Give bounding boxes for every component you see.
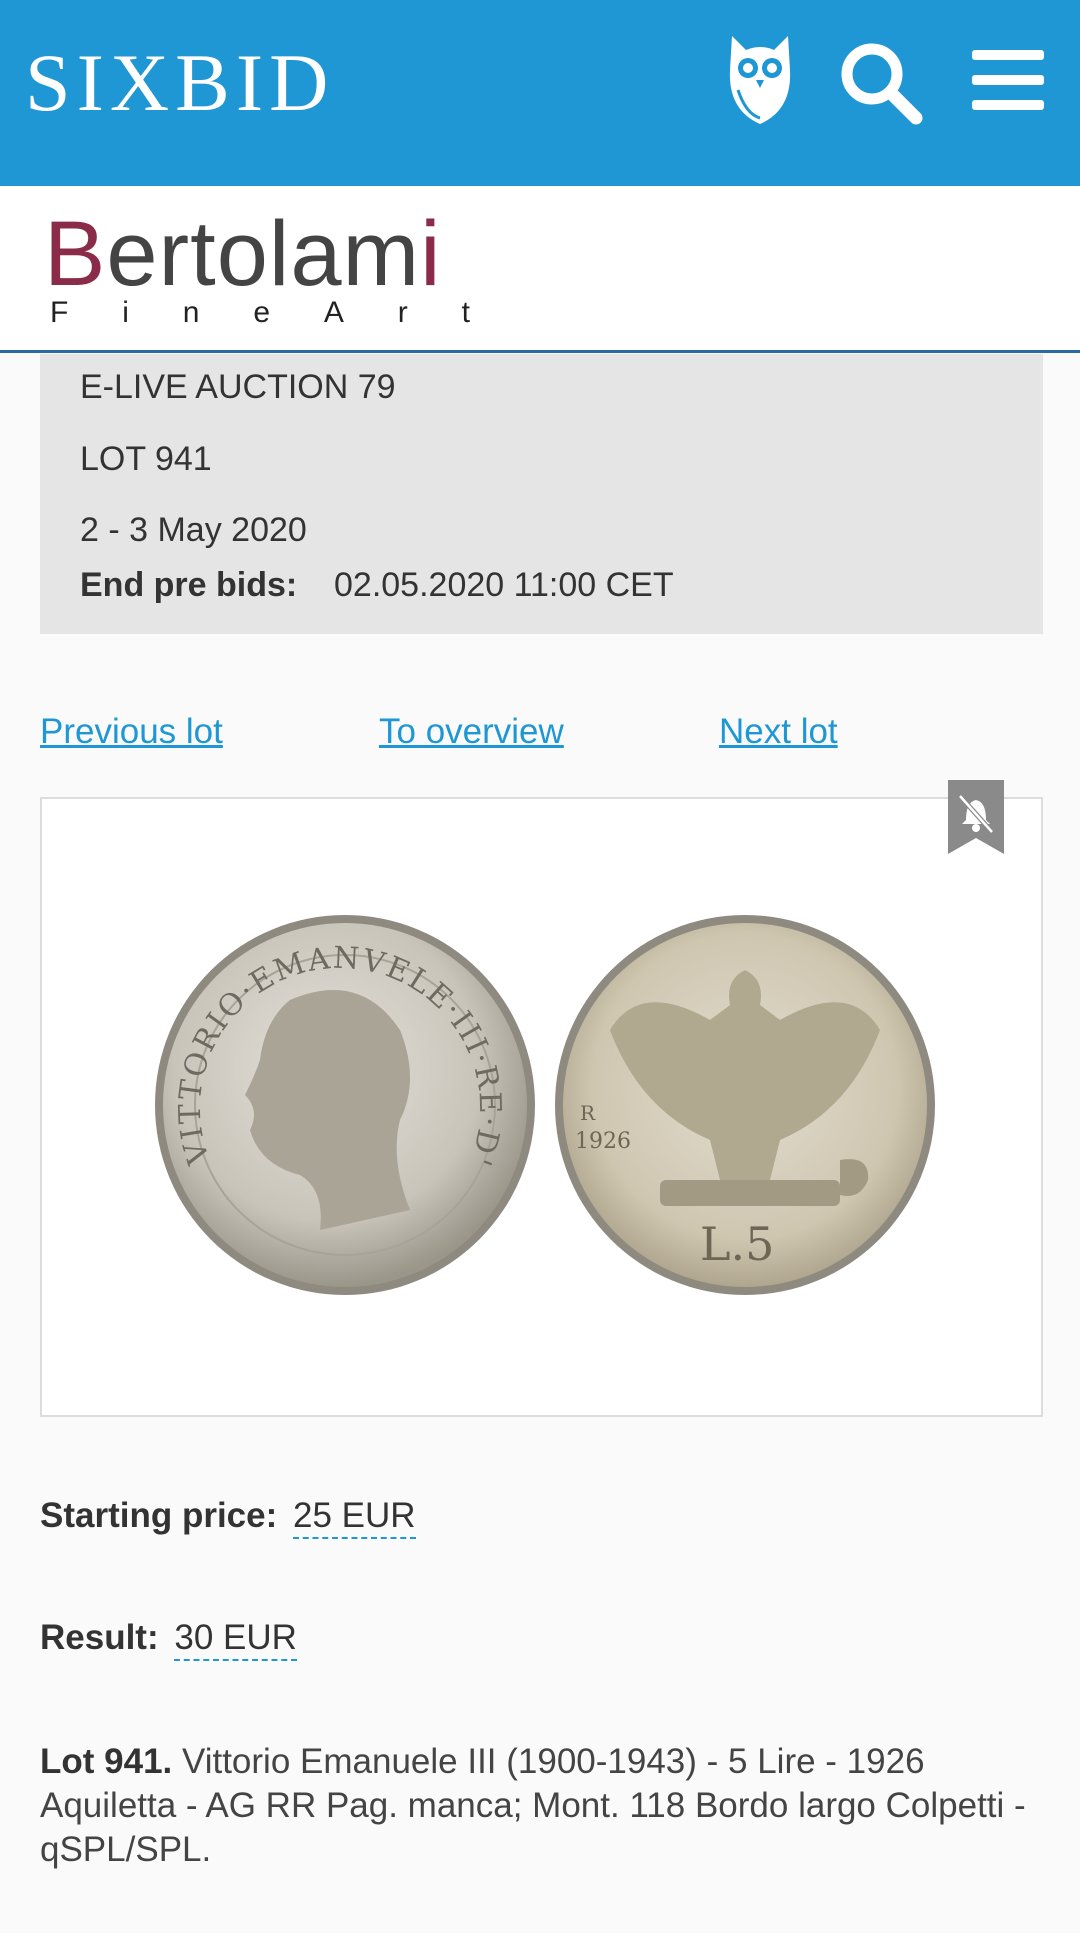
result-value[interactable]: 30 EUR xyxy=(174,1618,297,1661)
brand-sub-letter: r xyxy=(397,296,408,329)
coin-image[interactable]: VITTORIO·EMANVELE·III·RE·D'ITALIA R 1926… xyxy=(150,910,940,1310)
reverse-year: 1926 xyxy=(575,1129,631,1154)
reverse-mint: R xyxy=(580,1101,596,1125)
brand-sub-letter: n xyxy=(182,296,200,329)
auction-dates: 2 - 3 May 2020 xyxy=(80,511,307,549)
starting-price-label: Starting price: xyxy=(40,1496,278,1535)
end-pre-bids: End pre bids: 02.05.2020 11:00 CET xyxy=(80,566,674,605)
previous-lot-link[interactable]: Previous lot xyxy=(40,712,223,752)
watch-bookmark-icon[interactable] xyxy=(948,780,1004,856)
starting-price: Starting price: 25 EUR xyxy=(40,1496,416,1539)
auction-house-banner: Bertolami F i n e A r t xyxy=(0,186,1080,353)
end-pre-bids-label: End pre bids: xyxy=(80,566,298,604)
result-price: Result: 30 EUR xyxy=(40,1618,297,1661)
coin-obverse: VITTORIO·EMANVELE·III·RE·D'ITALIA xyxy=(150,910,535,1295)
brand-sub-letter: i xyxy=(122,296,129,329)
lot-description-label: Lot 941. xyxy=(40,1742,173,1781)
auction-title: E-LIVE AUCTION 79 xyxy=(80,368,396,406)
owl-icon[interactable] xyxy=(724,30,796,126)
lot-description: Lot 941. Vittorio Emanuele III (1900-194… xyxy=(40,1740,1050,1872)
lot-description-text: Vittorio Emanuele III (1900-1943) - 5 Li… xyxy=(40,1742,1026,1869)
to-overview-link[interactable]: To overview xyxy=(379,712,564,752)
brand-sub-letter: e xyxy=(253,296,270,329)
brand-sub-letter: t xyxy=(461,296,470,329)
coin-reverse: R 1926 L.5 xyxy=(555,915,935,1295)
brand-letters-mid: ertolam xyxy=(106,203,421,305)
top-bar: SIXBID xyxy=(0,0,1080,186)
auction-info-box: E-LIVE AUCTION 79 LOT 941 2 - 3 May 2020… xyxy=(40,354,1043,634)
brand-sub-letter: F xyxy=(50,296,69,329)
next-lot-link[interactable]: Next lot xyxy=(719,712,838,752)
end-pre-bids-value: 02.05.2020 11:00 CET xyxy=(334,566,674,604)
reverse-denomination: L.5 xyxy=(700,1217,774,1271)
brand-sub-letter: A xyxy=(323,296,344,329)
bertolami-logo[interactable]: Bertolami xyxy=(44,204,442,304)
lot-number: LOT 941 xyxy=(80,440,212,478)
search-icon[interactable] xyxy=(838,40,924,126)
sixbid-logo[interactable]: SIXBID xyxy=(25,42,334,124)
menu-icon[interactable] xyxy=(972,48,1044,112)
starting-price-value[interactable]: 25 EUR xyxy=(293,1496,416,1539)
brand-letter-i: i xyxy=(420,203,442,305)
result-label: Result: xyxy=(40,1618,159,1657)
brand-subtitle: F i n e A r t xyxy=(50,296,470,330)
brand-letter-b: B xyxy=(44,203,107,305)
